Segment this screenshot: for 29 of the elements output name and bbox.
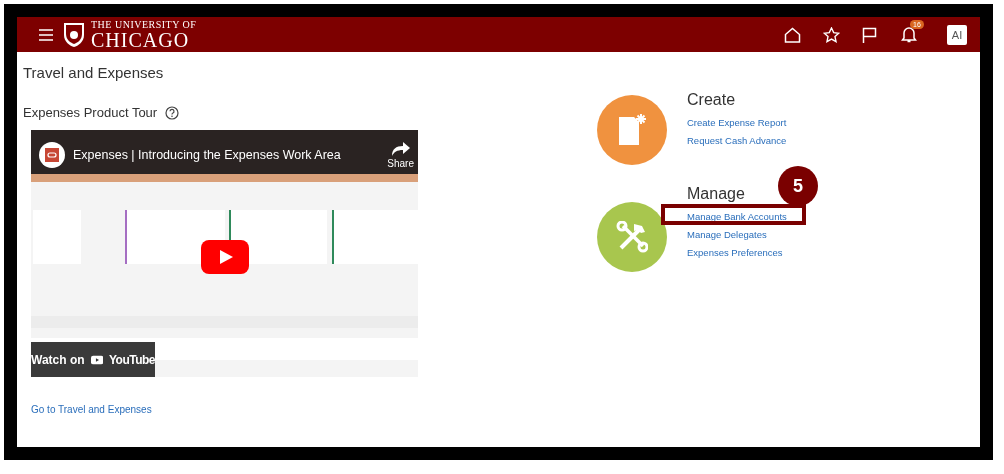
section-heading: Create — [687, 91, 737, 109]
step-number-badge: 5 — [778, 166, 818, 206]
logo-text: THE UNIVERSITY OF — [91, 19, 197, 30]
user-avatar[interactable]: AI — [947, 24, 967, 45]
travel-link[interactable]: Go to Travel and Expenses — [31, 404, 152, 415]
play-icon[interactable] — [201, 240, 249, 274]
video-title[interactable]: Expenses | Introducing the Expenses Work Area — [73, 148, 341, 162]
tools-icon — [616, 221, 648, 253]
section-heading: Expenses Product Tour — [23, 105, 158, 120]
home-icon[interactable] — [784, 26, 801, 43]
logo-text: CHICAGO — [91, 29, 191, 50]
action-link[interactable]: Manage Bank Accounts — [687, 211, 787, 222]
action-link[interactable]: Request Cash Advance — [687, 135, 787, 146]
action-link[interactable]: Expenses Preferences — [687, 247, 783, 258]
share-icon[interactable] — [390, 141, 411, 157]
star-icon[interactable] — [823, 26, 840, 43]
watch-on-youtube-button[interactable]: Watch on YouTube — [31, 342, 155, 377]
section-heading: Manage — [687, 185, 746, 203]
action-link[interactable]: Manage Delegates — [687, 229, 767, 240]
menu-icon[interactable] — [39, 28, 53, 41]
channel-icon[interactable] — [39, 142, 65, 168]
help-icon[interactable] — [165, 105, 180, 120]
page-title: Travel and Expenses — [23, 64, 165, 81]
shield-icon — [63, 21, 85, 48]
new-document-icon — [617, 113, 647, 147]
action-link[interactable]: Create Expense Report — [687, 117, 787, 128]
flag-icon[interactable] — [862, 26, 877, 43]
share-label[interactable]: Share — [387, 158, 414, 169]
bell-icon[interactable] — [901, 26, 917, 43]
